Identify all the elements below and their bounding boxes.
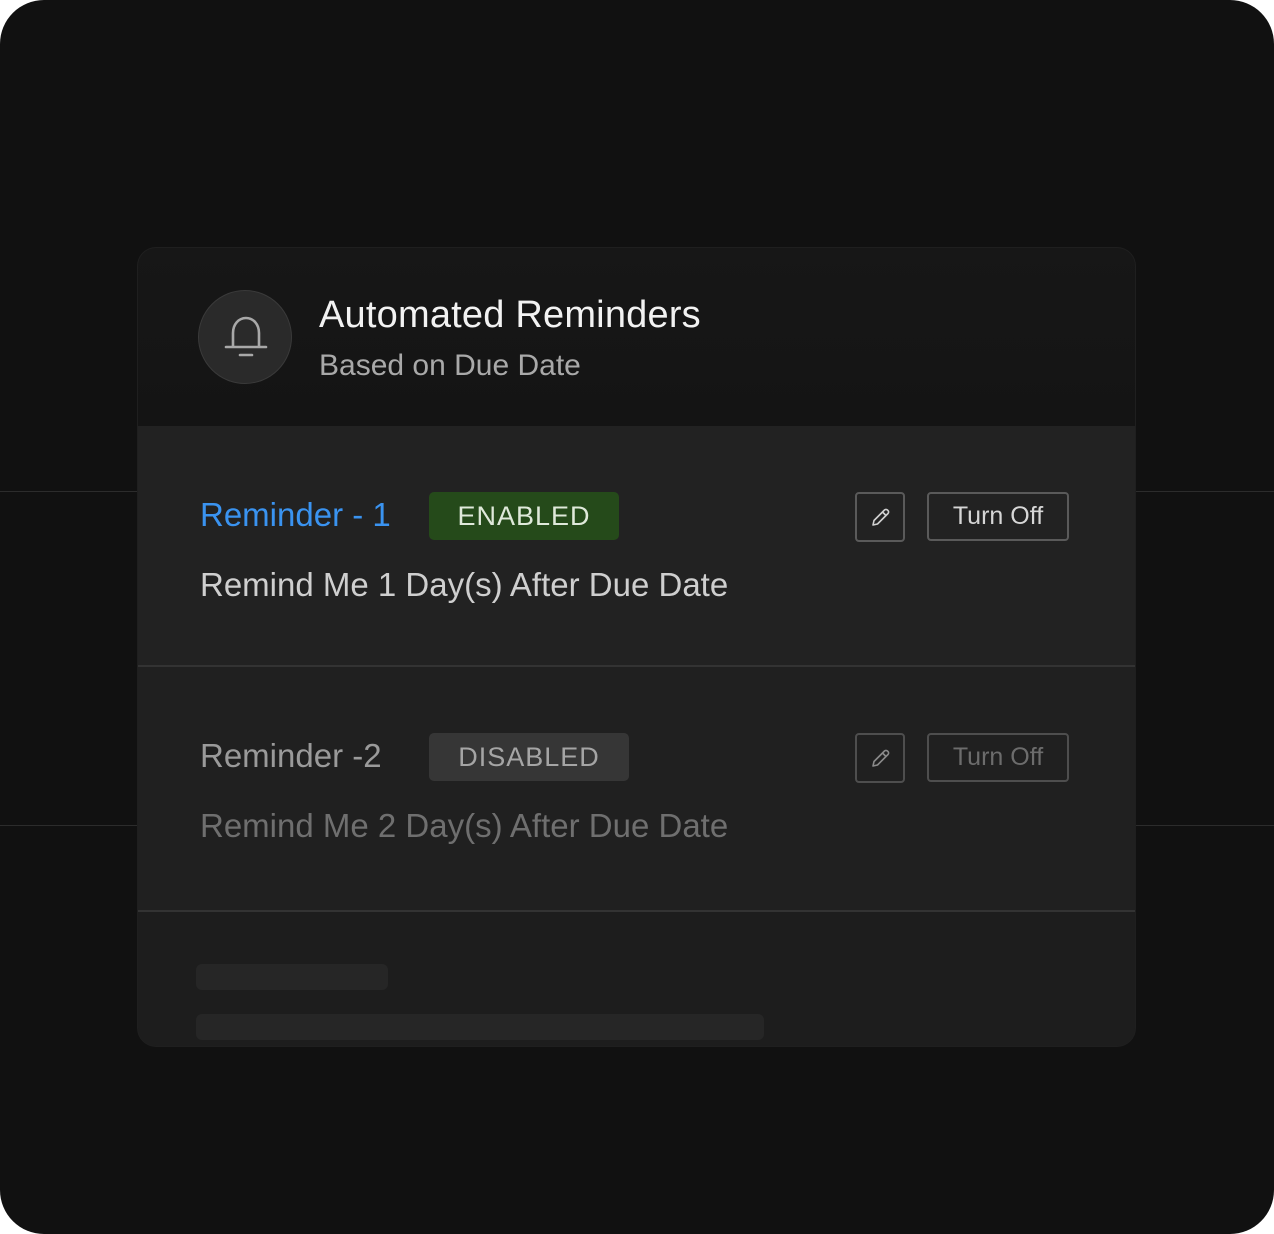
reminder-row-1: Reminder - 1 ENABLED Turn Off Remind Me … xyxy=(138,426,1135,665)
turn-off-button[interactable]: Turn Off xyxy=(927,733,1069,782)
app-frame: Automated Reminders Based on Due Date Re… xyxy=(0,0,1274,1234)
background-divider-left-bottom xyxy=(0,825,138,826)
skeleton-description-placeholder xyxy=(196,1014,764,1040)
edit-button[interactable] xyxy=(855,492,905,542)
pencil-icon xyxy=(872,749,890,767)
card-header: Automated Reminders Based on Due Date xyxy=(138,248,1135,427)
card-subtitle: Based on Due Date xyxy=(319,349,581,382)
automated-reminders-card: Automated Reminders Based on Due Date Re… xyxy=(138,248,1135,1046)
background-divider-right-bottom xyxy=(1135,825,1274,826)
status-badge-disabled: DISABLED xyxy=(429,733,629,781)
reminder-name[interactable]: Reminder - 1 xyxy=(200,496,391,534)
reminder-row-2: Reminder -2 DISABLED Turn Off Remind Me … xyxy=(138,667,1135,910)
status-badge-enabled: ENABLED xyxy=(429,492,619,540)
reminder-name[interactable]: Reminder -2 xyxy=(200,737,382,775)
turn-off-button[interactable]: Turn Off xyxy=(927,492,1069,541)
edit-button[interactable] xyxy=(855,733,905,783)
skeleton-title-placeholder xyxy=(196,964,388,990)
pencil-icon xyxy=(872,508,890,526)
background-divider-right-top xyxy=(1135,491,1274,492)
background-divider-left-top xyxy=(0,491,138,492)
bell-icon-container xyxy=(198,290,292,384)
bell-icon xyxy=(224,316,268,357)
row-divider xyxy=(138,910,1135,912)
reminder-description: Remind Me 2 Day(s) After Due Date xyxy=(200,807,729,844)
reminder-description: Remind Me 1 Day(s) After Due Date xyxy=(200,566,729,603)
card-title: Automated Reminders xyxy=(319,294,701,336)
